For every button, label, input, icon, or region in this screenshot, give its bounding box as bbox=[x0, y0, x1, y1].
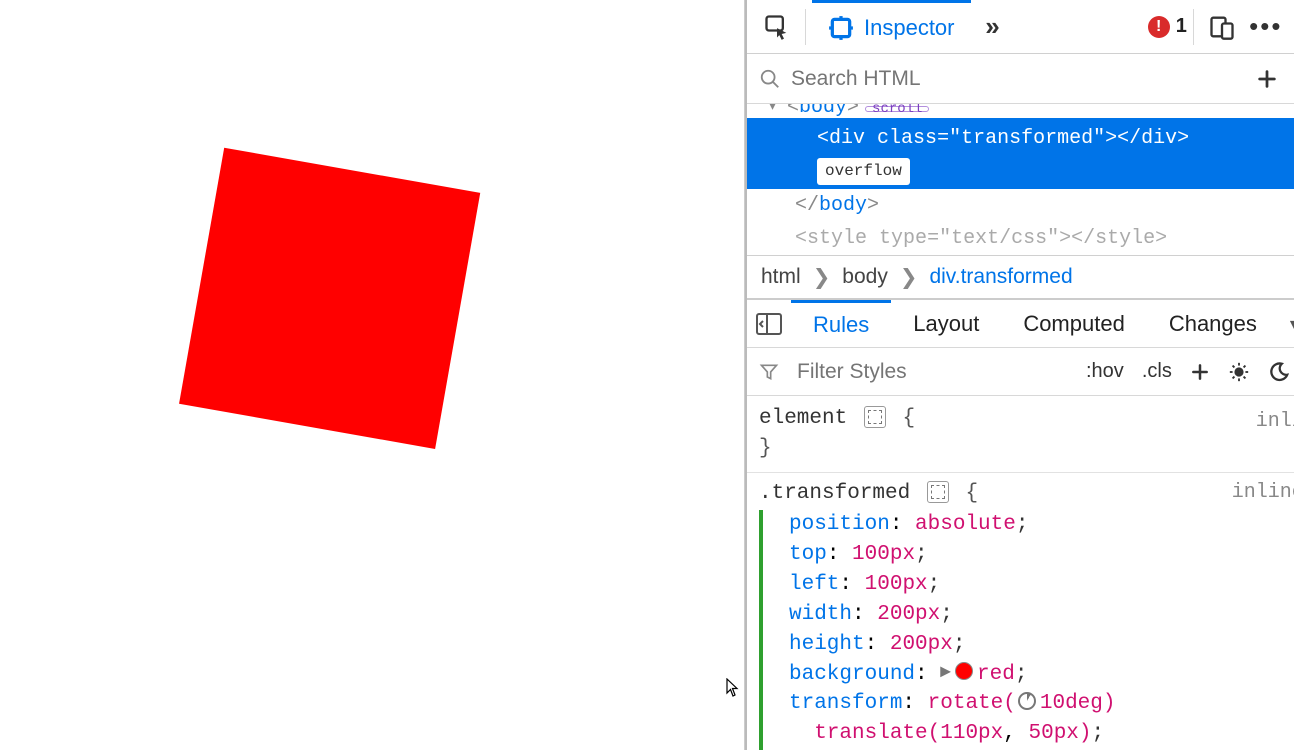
cls-toggle[interactable]: .cls bbox=[1142, 360, 1172, 383]
rule-source[interactable]: inline:2 bbox=[1232, 479, 1294, 507]
declaration-list: position: absolute; top: 100px; left: 10… bbox=[759, 510, 1294, 750]
tree-row[interactable]: </body> bbox=[747, 189, 1294, 222]
new-rule-icon[interactable] bbox=[1190, 362, 1210, 382]
transformed-box bbox=[179, 148, 480, 449]
light-scheme-icon[interactable] bbox=[1228, 361, 1250, 383]
flex-highlight-icon[interactable] bbox=[864, 406, 886, 428]
overflow-chip: overflow bbox=[817, 158, 910, 185]
kebab-menu-icon[interactable]: ••• bbox=[1244, 5, 1288, 49]
tree-row-selected[interactable]: <div class="transformed"></div> overflow bbox=[747, 118, 1294, 189]
tab-inspector[interactable]: Inspector bbox=[812, 0, 971, 53]
expand-icon[interactable]: ▶ bbox=[940, 664, 951, 680]
crumb-html[interactable]: html bbox=[761, 265, 801, 289]
crumb-body[interactable]: body bbox=[842, 265, 888, 289]
decl-left[interactable]: left: 100px; bbox=[789, 570, 1294, 600]
html-tree[interactable]: <body>scroll <div class="transformed"></… bbox=[747, 104, 1294, 256]
sidebar-toggle-icon[interactable] bbox=[747, 313, 791, 335]
decl-background[interactable]: background: ▶red; bbox=[789, 660, 1294, 690]
html-search-row bbox=[747, 54, 1294, 104]
chevron-right-icon: ❯ bbox=[900, 265, 918, 290]
page-viewport bbox=[0, 0, 745, 750]
filter-styles-input[interactable] bbox=[797, 360, 1068, 384]
scroll-chip: scroll bbox=[865, 106, 929, 112]
decl-transform-translate[interactable]: translate(110px, 50px); bbox=[789, 719, 1294, 749]
error-count: 1 bbox=[1176, 15, 1187, 38]
devtools-toolbar: Inspector » ! 1 ••• bbox=[747, 0, 1294, 54]
chevron-right-icon: ❯ bbox=[813, 265, 831, 290]
chevron-down-icon[interactable]: ▾ bbox=[1279, 314, 1294, 334]
error-count-badge[interactable]: ! 1 bbox=[1148, 15, 1187, 38]
dark-scheme-icon[interactable] bbox=[1268, 361, 1290, 383]
inspector-label: Inspector bbox=[864, 15, 955, 41]
search-icon bbox=[759, 68, 781, 90]
flex-highlight-icon[interactable] bbox=[927, 481, 949, 503]
html-search-input[interactable] bbox=[791, 67, 1240, 91]
rule-selector: element bbox=[759, 407, 847, 430]
filter-styles-row: :hov .cls bbox=[747, 348, 1294, 396]
pick-element-icon[interactable] bbox=[755, 5, 799, 49]
angle-icon[interactable] bbox=[1018, 692, 1036, 710]
decl-width[interactable]: width: 200px; bbox=[789, 600, 1294, 630]
funnel-icon bbox=[759, 362, 779, 382]
tree-row[interactable]: <style type="text/css"></style> bbox=[747, 222, 1294, 255]
rule-selector: .transformed bbox=[759, 482, 910, 505]
tab-rules[interactable]: Rules bbox=[791, 300, 891, 347]
responsive-mode-icon[interactable] bbox=[1200, 5, 1244, 49]
rule-element[interactable]: inline element { } bbox=[747, 402, 1294, 466]
tab-changes[interactable]: Changes bbox=[1147, 300, 1279, 347]
crumb-active[interactable]: div.transformed bbox=[929, 265, 1072, 289]
more-tabs-icon[interactable]: » bbox=[971, 5, 1015, 49]
color-swatch-icon[interactable] bbox=[955, 662, 973, 680]
decl-position[interactable]: position: absolute; bbox=[789, 510, 1294, 540]
error-icon: ! bbox=[1148, 16, 1170, 38]
devtools-panel: Inspector » ! 1 ••• <body>scroll bbox=[745, 0, 1294, 750]
decl-height[interactable]: height: 200px; bbox=[789, 630, 1294, 660]
decl-top[interactable]: top: 100px; bbox=[789, 540, 1294, 570]
rule-transformed[interactable]: inline:2 .transformed { position: absolu… bbox=[747, 472, 1294, 750]
rules-pane[interactable]: inline element { } inline:2 .transformed… bbox=[747, 396, 1294, 750]
cursor-icon bbox=[726, 678, 740, 698]
breadcrumbs: html ❯ body ❯ div.transformed bbox=[747, 256, 1294, 300]
close-icon[interactable] bbox=[1288, 5, 1294, 49]
hov-toggle[interactable]: :hov bbox=[1086, 360, 1124, 383]
rule-source[interactable]: inline bbox=[1256, 408, 1294, 436]
rules-subtabs: Rules Layout Computed Changes ▾ bbox=[747, 300, 1294, 348]
tab-computed[interactable]: Computed bbox=[1001, 300, 1147, 347]
decl-transform[interactable]: transform: rotate(10deg) bbox=[789, 689, 1294, 719]
add-node-icon[interactable] bbox=[1250, 57, 1284, 101]
tree-row[interactable]: <body>scroll bbox=[747, 104, 1294, 118]
tab-layout[interactable]: Layout bbox=[891, 300, 1001, 347]
inspector-icon bbox=[828, 15, 854, 41]
